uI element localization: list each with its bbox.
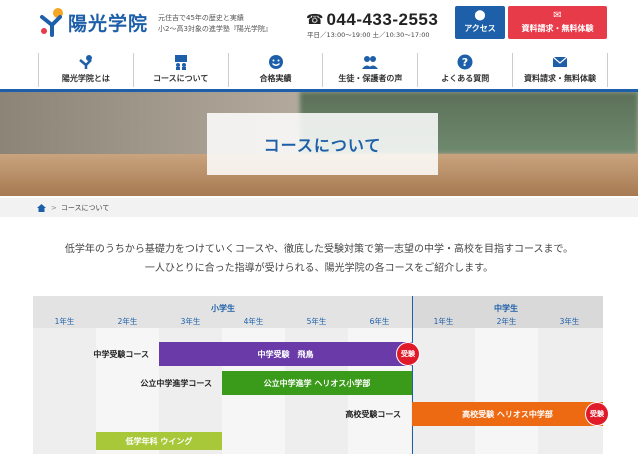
main-nav: 陽光学院とは コースについて 合格実績 生徒・保護者の声 ? よくある質問 資料… (38, 53, 608, 87)
row-label-jhs-exam: 中学受験コース (93, 350, 149, 359)
grade-label: 2年生 (117, 317, 138, 326)
junior-high-label: 中学生 (494, 304, 518, 313)
nav-label-about: 陽光学院とは (61, 74, 110, 83)
nav-label-voices: 生徒・保護者の声 (338, 74, 403, 83)
exam-badge: 受験 (585, 402, 609, 426)
course-bar-label: 中学受験 飛鳥 (257, 349, 314, 359)
breadcrumb-current: コースについて (60, 203, 110, 212)
telephone-icon: ☎ (306, 12, 324, 28)
school-level-divider (412, 296, 413, 454)
intro-line2: 一人ひとりに合った指導が受けられる、陽光学院の各コースをご紹介します。 (144, 263, 494, 274)
grade-label: 1年生 (54, 317, 75, 326)
course-bar-public-jhs[interactable]: 公立中学進学 ヘリオス小学部 (222, 371, 412, 395)
nav-item-results[interactable]: 合格実績 (227, 53, 323, 87)
classroom-icon (174, 55, 187, 70)
breadcrumb-separator: > (51, 203, 57, 212)
nav-label-results: 合格実績 (259, 74, 292, 83)
elementary-label: 小学生 (211, 304, 235, 313)
access-label: アクセス (464, 24, 496, 33)
grade-label: 6年生 (369, 317, 390, 326)
mail-icon: ✉ (553, 10, 562, 21)
row-label-hs-exam: 高校受験コース (345, 410, 401, 419)
exam-badge: 受験 (396, 342, 420, 366)
grade-column (475, 328, 538, 454)
home-icon[interactable] (37, 203, 46, 212)
intro-text: 低学年のうちから基礎力をつけていくコースや、徹底した受験対策で第一志望の中学・高… (0, 240, 638, 278)
site-logo[interactable]: 陽光学院 (38, 7, 148, 37)
svg-text:?: ? (462, 56, 468, 69)
grade-label: 3年生 (559, 317, 580, 326)
question-icon: ? (457, 54, 473, 70)
course-bar-jhs-exam[interactable]: 中学受験 飛鳥 (159, 342, 412, 366)
location-pin-icon: ⬤ (474, 10, 486, 21)
row-label-public-jhs: 公立中学進学コース (140, 379, 212, 388)
grade-label: 2年生 (496, 317, 517, 326)
business-hours: 平日／13:00〜19:00 土／10:30〜17:00 (307, 31, 430, 39)
grade-label: 4年生 (243, 317, 264, 326)
request-button[interactable]: ✉ 資料請求・無料体験 (508, 6, 607, 39)
access-button[interactable]: ⬤ アクセス (455, 6, 505, 39)
nav-item-voices[interactable]: 生徒・保護者の声 (322, 53, 417, 87)
course-bar-hs-exam[interactable]: 高校受験 ヘリオス中学部 (412, 402, 603, 426)
nav-item-courses[interactable]: コースについて (132, 53, 228, 87)
tagline-line2: 小2〜高3対象の進学塾『陽光学院』 (158, 25, 272, 33)
page-title: コースについて (263, 136, 382, 155)
tagline: 元住吉で45年の歴史と実績 小2〜高3対象の進学塾『陽光学院』 (158, 13, 272, 35)
course-bar-label: 低学年科 ウイング (125, 436, 193, 446)
site-header: 陽光学院 元住吉で45年の歴史と実績 小2〜高3対象の進学塾『陽光学院』 ☎ 0… (0, 0, 638, 46)
mail-icon (552, 56, 568, 67)
grade-label: 3年生 (180, 317, 201, 326)
logo-text: 陽光学院 (68, 12, 149, 35)
nav-item-about[interactable]: 陽光学院とは (38, 53, 133, 87)
course-bar-label: 公立中学進学 ヘリオス小学部 (263, 378, 371, 388)
nav-item-faq[interactable]: ? よくある質問 (417, 53, 512, 87)
course-table: 小学生 中学生 1年生 2年生 3年生 4年生 5年生 6年生 1年生 2年生 … (33, 296, 609, 454)
page-hero: コースについて (0, 92, 638, 196)
request-label: 資料請求・無料体験 (521, 24, 594, 33)
tagline-line1: 元住吉で45年の歴史と実績 (158, 14, 244, 22)
nav-item-request[interactable]: 資料請求・無料体験 (512, 53, 608, 87)
breadcrumb: > コースについて (0, 198, 638, 217)
school-logo-icon (40, 8, 63, 37)
smile-icon (268, 55, 283, 69)
intro-line1: 低学年のうちから基礎力をつけていくコースや、徹底した受験対策で第一志望の中学・高… (64, 244, 574, 255)
course-bar-label: 高校受験 ヘリオス中学部 (462, 409, 553, 419)
grade-label: 1年生 (433, 317, 454, 326)
hero-title-box: コースについて (207, 113, 438, 175)
phone-number: 044-433-2553 (326, 10, 439, 29)
nav-label-faq: よくある質問 (441, 74, 490, 83)
nav-label-courses: コースについて (153, 74, 209, 83)
nav-label-request: 資料請求・無料体験 (524, 74, 597, 83)
grade-label: 5年生 (306, 317, 327, 326)
people-icon (362, 56, 379, 69)
phone[interactable]: ☎ 044-433-2553 (306, 10, 438, 30)
course-bar-wing[interactable]: 低学年科 ウイング (96, 432, 222, 450)
school-logo-icon (79, 55, 92, 69)
